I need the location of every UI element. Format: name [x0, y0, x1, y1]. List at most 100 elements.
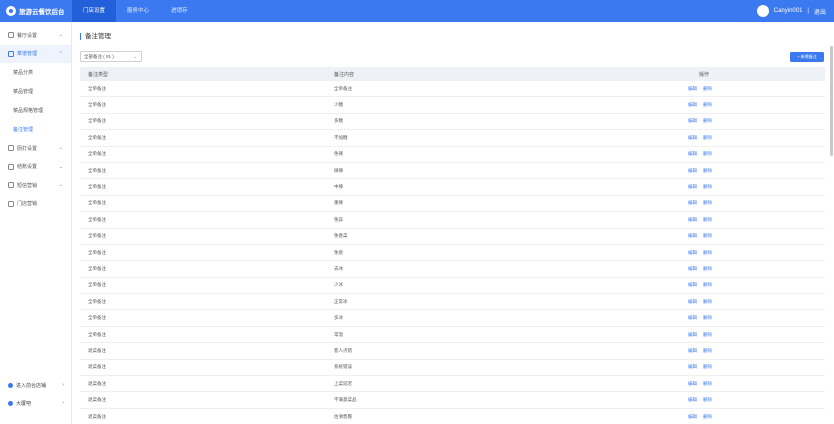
remark-type-select[interactable]: 全部备注 ( 91 ) ⌄: [80, 51, 142, 62]
delete-link[interactable]: 删除: [703, 151, 712, 156]
sidebar-group-menu-management[interactable]: 菜谱管理 ⌃: [0, 44, 71, 63]
cell-remark-content: 不加糖: [334, 134, 348, 140]
sidebar-item-dish-spec[interactable]: 菜品规格管理: [0, 101, 71, 120]
cell-actions: 编辑 删除: [632, 86, 825, 92]
edit-link[interactable]: 编辑: [688, 151, 697, 156]
delete-link[interactable]: 删除: [703, 315, 712, 320]
edit-link[interactable]: 编辑: [688, 200, 697, 205]
cell-remark-type: 退菜备注: [88, 397, 106, 403]
delete-link[interactable]: 删除: [703, 135, 712, 140]
edit-link[interactable]: 编辑: [688, 282, 697, 287]
delete-link[interactable]: 删除: [703, 299, 712, 304]
sidebar-item-dish-category[interactable]: 菜品分类: [0, 63, 71, 82]
sidebar-group-checkout-settings[interactable]: 结账设置 ⌄: [0, 158, 71, 177]
delete-link[interactable]: 删除: [703, 397, 712, 402]
table-row: 全单备注 少冰 编辑 删除: [80, 278, 825, 295]
edit-link[interactable]: 编辑: [688, 250, 697, 255]
delete-link[interactable]: 删除: [703, 266, 712, 271]
logout-link[interactable]: 退出: [814, 7, 826, 16]
edit-link[interactable]: 编辑: [688, 299, 697, 304]
sidebar-item-dish-management[interactable]: 菜品管理: [0, 82, 71, 101]
sidebar-group-kitchen-print[interactable]: 厨打设置 ⌄: [0, 139, 71, 158]
menu-book-icon: [8, 50, 14, 57]
add-remark-button[interactable]: + 新增备注: [790, 52, 824, 62]
page-title: 备注管理: [80, 33, 111, 40]
edit-link[interactable]: 编辑: [688, 118, 697, 123]
edit-link[interactable]: 编辑: [688, 364, 697, 369]
delete-link[interactable]: 删除: [703, 233, 712, 238]
delete-link[interactable]: 删除: [703, 184, 712, 189]
table-row: 退菜备注 估清售罄 编辑 删除: [80, 409, 825, 424]
cell-remark-type: 全单备注: [88, 134, 106, 140]
main-content: 备注管理 全部备注 ( 91 ) ⌄ + 新增备注 备注类型 备注内容 操作 全…: [72, 22, 834, 424]
delete-link[interactable]: 删除: [703, 250, 712, 255]
sidebar-group-store-marketing[interactable]: 门店营销: [0, 195, 71, 214]
brand-logo[interactable]: 旅游云餐饮后台: [0, 0, 72, 22]
edit-link[interactable]: 编辑: [688, 184, 697, 189]
cell-remark-content: 免葱: [334, 249, 343, 255]
brand-name: 旅游云餐饮后台: [19, 9, 65, 16]
delete-link[interactable]: 删除: [703, 86, 712, 91]
location-pin-icon: [8, 400, 13, 406]
sidebar-item-remarks[interactable]: 备注管理: [0, 120, 71, 139]
cell-actions: 编辑 删除: [632, 348, 825, 354]
cell-remark-type: 全单备注: [88, 315, 106, 321]
cell-remark-type: 全单备注: [88, 85, 106, 91]
topnav-inventory[interactable]: 进销存: [160, 0, 199, 22]
user-name[interactable]: Canyin001: [774, 8, 803, 14]
delete-link[interactable]: 删除: [703, 282, 712, 287]
top-nav: 门店设置 服务中心 进销存: [72, 0, 199, 22]
chevron-right-icon: ›: [62, 400, 64, 406]
edit-link[interactable]: 编辑: [688, 381, 697, 386]
sidebar-location[interactable]: 大厦吧 ›: [0, 396, 72, 410]
topnav-service-center[interactable]: 服务中心: [116, 0, 160, 22]
delete-link[interactable]: 删除: [703, 168, 712, 173]
edit-link[interactable]: 编辑: [688, 217, 697, 222]
edit-link[interactable]: 编辑: [688, 332, 697, 337]
delete-link[interactable]: 删除: [703, 364, 712, 369]
delete-link[interactable]: 删除: [703, 332, 712, 337]
edit-link[interactable]: 编辑: [688, 86, 697, 91]
edit-link[interactable]: 编辑: [688, 315, 697, 320]
avatar[interactable]: [756, 5, 769, 17]
delete-link[interactable]: 删除: [703, 118, 712, 123]
delete-link[interactable]: 删除: [703, 414, 712, 419]
cell-remark-content: 重辣: [334, 200, 343, 206]
cell-remark-content: 免蒜: [334, 216, 343, 222]
sidebar-group-label: 餐厅设置: [17, 32, 38, 39]
top-bar: 旅游云餐饮后台 门店设置 服务中心 进销存 Canyin001 | 退出: [0, 0, 834, 22]
table-row: 全单备注 常温 编辑 删除: [80, 327, 825, 344]
sidebar: 餐厅设置 ⌄ 菜谱管理 ⌃ 菜品分类 菜品管理 菜品规格管理 备注管理 厨打设置…: [0, 22, 72, 424]
edit-link[interactable]: 编辑: [688, 414, 697, 419]
edit-link[interactable]: 编辑: [688, 397, 697, 402]
table-row: 全单备注 去冰 编辑 删除: [80, 261, 825, 278]
cell-remark-type: 全单备注: [88, 184, 106, 190]
sidebar-enter-frontend[interactable]: 进入前台店铺 ›: [0, 378, 72, 392]
cell-actions: 编辑 删除: [632, 282, 825, 288]
edit-link[interactable]: 编辑: [688, 102, 697, 107]
cell-remark-type: 退菜备注: [88, 347, 106, 353]
edit-link[interactable]: 编辑: [688, 266, 697, 271]
delete-link[interactable]: 删除: [703, 217, 712, 222]
cell-remark-content: 少糖: [334, 102, 343, 108]
edit-link[interactable]: 编辑: [688, 168, 697, 173]
scrollbar[interactable]: [830, 46, 833, 156]
delete-link[interactable]: 删除: [703, 200, 712, 205]
header-remark-content: 备注内容: [334, 71, 355, 78]
edit-link[interactable]: 编辑: [688, 135, 697, 140]
cell-remark-content: 上菜延迟: [334, 380, 352, 386]
delete-link[interactable]: 删除: [703, 348, 712, 353]
sidebar-group-restaurant-settings[interactable]: 餐厅设置 ⌄: [0, 26, 71, 45]
sidebar-group-sms-marketing[interactable]: 短信营销 ⌄: [0, 176, 71, 195]
cell-actions: 编辑 删除: [632, 266, 825, 272]
edit-link[interactable]: 编辑: [688, 348, 697, 353]
topnav-store-settings[interactable]: 门店设置: [72, 0, 117, 22]
cell-actions: 编辑 删除: [632, 299, 825, 305]
table-row: 全单备注 多糖 编辑 删除: [80, 114, 825, 131]
delete-link[interactable]: 删除: [703, 381, 712, 386]
cell-actions: 编辑 删除: [632, 250, 825, 256]
edit-link[interactable]: 编辑: [688, 233, 697, 238]
cell-remark-type: 全单备注: [88, 200, 106, 206]
delete-link[interactable]: 删除: [703, 102, 712, 107]
cell-remark-content: 不满意菜品: [334, 397, 357, 403]
